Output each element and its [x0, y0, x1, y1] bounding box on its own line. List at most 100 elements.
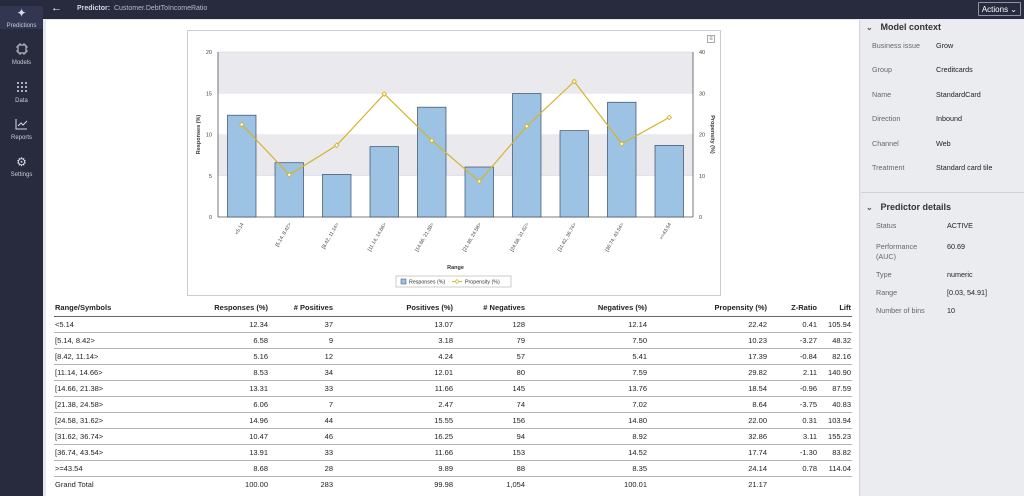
nav-reports[interactable]: Reports: [0, 118, 43, 141]
table-cell: 22.00: [648, 412, 768, 429]
back-arrow-icon[interactable]: ←: [51, 2, 62, 14]
table-total-cell: 100.01: [624, 479, 647, 489]
y2-tick-label: 40: [699, 50, 705, 56]
predictor-details-header[interactable]: ⌄ Predictor details: [866, 202, 951, 212]
kv-key: Treatment: [872, 163, 905, 172]
bar-responses: [607, 101, 637, 218]
col-positives: # Positives: [269, 300, 334, 317]
table-cell: 3.11: [768, 428, 818, 445]
table-total-cell: [818, 476, 852, 492]
table-cell: 10.47: [179, 428, 269, 445]
col-range: Range/Symbols: [54, 300, 179, 317]
gear-icon: ⚙: [16, 155, 27, 169]
grid-icon: [0, 81, 43, 95]
nav-reports-label: Reports: [10, 135, 32, 141]
nav-settings[interactable]: ⚙ Settings: [0, 155, 43, 178]
table-cell: 32.86: [648, 428, 768, 445]
table-cell: 88: [454, 460, 526, 477]
table-cell: 12: [269, 348, 334, 365]
table-cell: 0.78: [768, 460, 818, 477]
kv-value: 10: [947, 306, 955, 315]
y-tick-label: 20: [206, 50, 212, 56]
table-cell: 7.02: [526, 396, 648, 413]
page-title: Predictor: Customer.DebtToIncomeRatio: [77, 5, 207, 12]
kv-key: Channel: [872, 139, 899, 148]
table-cell: 57: [454, 348, 526, 365]
y-tick-label: 15: [206, 91, 212, 97]
table-cell: 8.64: [648, 396, 768, 413]
nav-models[interactable]: Models: [0, 43, 43, 66]
x-axis-title: Range: [447, 265, 464, 271]
table-cell: 10.23: [648, 332, 768, 349]
table-cell: 9: [269, 332, 334, 349]
col-negatives-pct: Negatives (%): [526, 300, 648, 317]
table-cell: 156: [454, 412, 526, 429]
table-cell: 74: [454, 396, 526, 413]
table-cell: 14.96: [179, 412, 269, 429]
kv-value: Creditcards: [936, 65, 973, 74]
nav-data-label: Data: [15, 98, 28, 104]
table-row: [8.42, 11.14> 5.16 12 4.24 57 5.41 17.39 -0.84 8…: [54, 348, 852, 365]
table-cell: [24.58, 31.62>: [54, 412, 179, 429]
nav-data[interactable]: Data: [0, 81, 43, 104]
bins-table: Range/Symbols Responses (%) # Positives …: [54, 300, 852, 492]
nav-predictions[interactable]: ✦ Predictions: [0, 6, 43, 29]
left-nav: ✦ Predictions Models Data Reports ⚙ Sett…: [0, 0, 43, 496]
table-cell: 14.80: [526, 412, 648, 429]
table-cell: 22.42: [648, 316, 768, 333]
table-row: [36.74, 43.54> 13.91 33 11.66 153 14.52 17.74-…: [54, 444, 852, 461]
table-cell: 13.76: [526, 380, 648, 397]
table-total-cell: 21.17: [748, 479, 767, 489]
table-body: <5.14 12.34 37 13.07 128 12.14 22.42 0.41 105.94…: [54, 316, 852, 492]
table-row: [5.14, 8.42> 6.58 9 3.18 79 7.50 10.23 -3.27 48.…: [54, 332, 852, 349]
x-tick-label: [21.38, 24.58>: [462, 222, 483, 253]
kv-key: Type: [876, 270, 892, 279]
x-tick-label: [36.74, 43.54>: [604, 222, 625, 253]
table-cell: 13.07: [334, 316, 454, 333]
chart-menu-icon[interactable]: ≡: [707, 35, 715, 43]
table-cell: 8.68: [179, 460, 269, 477]
table-cell: 11.66: [334, 380, 454, 397]
table-cell: 37: [269, 316, 334, 333]
table-cell: [14.66, 21.38>: [54, 380, 179, 397]
table-cell: 145: [454, 380, 526, 397]
x-tick-label: [31.62, 36.74>: [557, 222, 578, 253]
x-tick-label: [14.66, 21.38>: [414, 222, 435, 253]
table-cell: 80: [454, 364, 526, 381]
table-cell: 29.82: [648, 364, 768, 381]
table-cell: 9.89: [334, 460, 454, 477]
table-cell: 82.16: [818, 348, 852, 365]
table-cell: 2.47: [334, 396, 454, 413]
grid-band: [218, 52, 693, 94]
x-tick-label: [24.58, 31.62>: [509, 222, 530, 253]
kv-key: Performance (AUC): [876, 242, 918, 261]
chip-icon: [0, 43, 43, 57]
table-cell: 87.59: [818, 380, 852, 397]
table-cell: 114.04: [818, 460, 852, 477]
legend-label-propensity: Propensity (%): [465, 280, 500, 286]
kv-value: [0.03, 54.91]: [947, 288, 987, 297]
table-cell: 128: [454, 316, 526, 333]
table-cell: 8.92: [526, 428, 648, 445]
table-cell: -0.96: [768, 380, 818, 397]
chevron-down-icon: ⌄: [866, 203, 873, 212]
table-total-row: Grand Total 100.00 283 99.98 1,054 100.01 21.1…: [54, 476, 852, 492]
bar-responses: [654, 145, 684, 218]
table-cell: 153: [454, 444, 526, 461]
model-context-header[interactable]: ⌄ Model context: [866, 22, 941, 32]
table-cell: 44: [269, 412, 334, 429]
actions-button[interactable]: Actions ⌄: [977, 2, 1021, 16]
y2-tick-label: 0: [699, 215, 702, 221]
table-cell: 13.91: [179, 444, 269, 461]
table-row: >=43.54 8.68 28 9.89 88 8.35 24.14 0.78 114.04: [54, 460, 852, 477]
x-tick-label: >=43.54: [659, 222, 673, 241]
y2-tick-label: 10: [699, 174, 705, 180]
table-cell: 28: [269, 460, 334, 477]
table-total-cell: 100.00: [245, 479, 268, 489]
table-cell: 5.16: [179, 348, 269, 365]
table-cell: 16.25: [334, 428, 454, 445]
table-cell: [5.14, 8.42>: [54, 332, 179, 349]
table-cell: 3.18: [334, 332, 454, 349]
col-zratio: Z-Ratio: [768, 300, 818, 317]
table-row: [24.58, 31.62> 14.96 44 15.55 156 14.80 22.00 0…: [54, 412, 852, 429]
